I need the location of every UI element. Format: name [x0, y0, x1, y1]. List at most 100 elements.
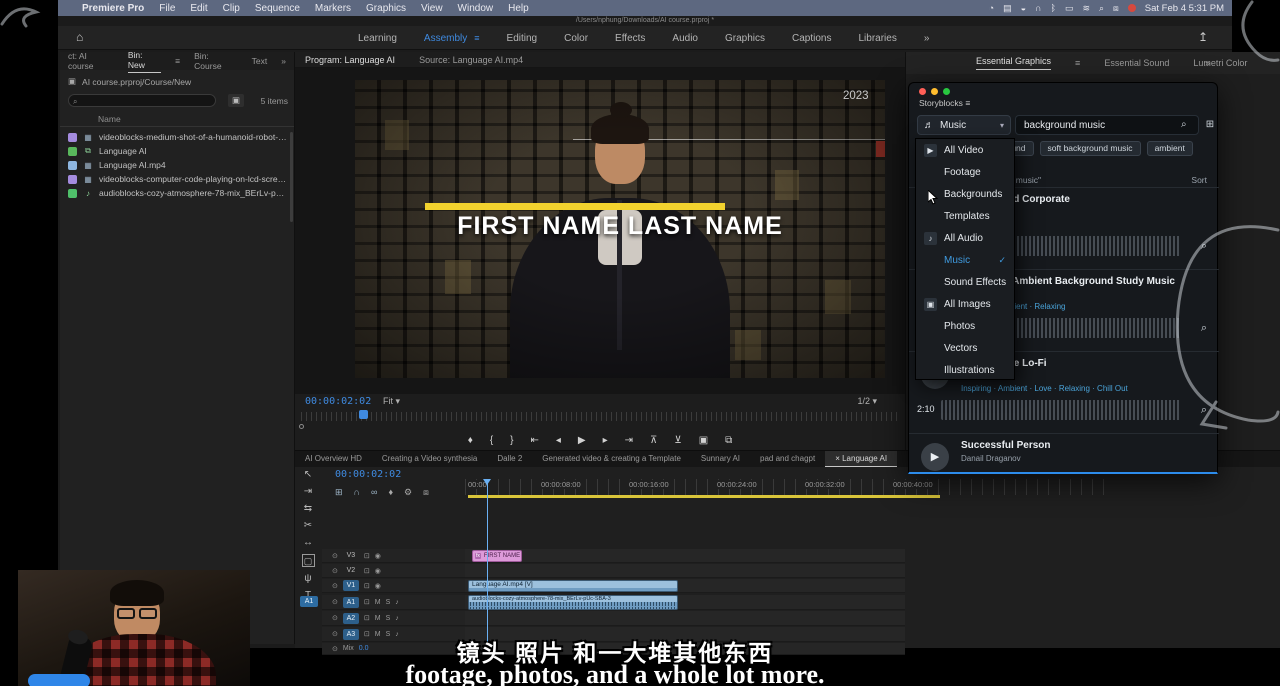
razor-tool-icon[interactable]: ✂ [304, 520, 312, 531]
video-clip[interactable]: Language AI.mp4 [V] [468, 580, 678, 592]
captions-icon[interactable]: ⧈ [423, 487, 429, 498]
scrollbar[interactable] [290, 132, 293, 222]
workspace-tab-captions[interactable]: Captions [792, 33, 831, 44]
resolution-dropdown[interactable]: 1/2 ▾ [857, 396, 877, 407]
track-target-v1[interactable]: V1 [343, 580, 359, 591]
play-icon[interactable]: ▶ [578, 435, 586, 446]
menu-file[interactable]: File [159, 3, 175, 14]
sync-lock-icon[interactable]: ⊡ [364, 582, 370, 590]
folder-icon[interactable]: ▣ [68, 76, 76, 87]
eye-icon[interactable]: ◉ [375, 552, 381, 560]
go-to-out-icon[interactable]: ⇥ [625, 435, 633, 446]
go-to-in-icon[interactable]: ⇤ [531, 435, 539, 446]
new-bin-icon[interactable]: ▣ [228, 94, 244, 107]
eye-icon[interactable]: ◉ [375, 567, 381, 575]
panel-menu-icon[interactable]: ≡ [175, 56, 180, 66]
menu-item-illustrations[interactable]: Illustrations [916, 359, 1014, 381]
label-swatch[interactable] [68, 175, 77, 184]
label-swatch[interactable] [68, 133, 77, 142]
music-result[interactable]: ▶ Successful Person Danail Draganov [909, 433, 1219, 473]
sequence-tab[interactable]: Generated video & creating a Template [532, 451, 691, 467]
lock-icon[interactable]: ⊙ [332, 567, 338, 575]
timeline-timecode[interactable]: 00:00:02:02 [335, 469, 401, 480]
workspace-overflow-icon[interactable]: » [924, 33, 930, 44]
menu-view[interactable]: View [421, 3, 443, 14]
sync-lock-icon[interactable]: ⊡ [364, 567, 370, 575]
program-playhead[interactable] [359, 410, 368, 419]
quick-export-icon[interactable]: ↥ [1198, 30, 1208, 44]
menu-edit[interactable]: Edit [190, 3, 207, 14]
layout-grid-icon[interactable]: ⊞ [1203, 115, 1217, 135]
track-tags[interactable]: Inspiring · Ambient · Love · Relaxing · … [961, 384, 1181, 393]
timeline-ruler[interactable]: 00:00 00:00:08:00 00:00:16:00 00:00:24:0… [465, 479, 1105, 495]
project-row[interactable]: ▦ videoblocks-computer-code-playing-on-l… [60, 172, 294, 186]
column-header-name[interactable]: Name [98, 114, 121, 124]
waveform[interactable] [941, 400, 1181, 420]
tab-project-ai-course[interactable]: ct: AI course [68, 51, 114, 71]
lock-icon[interactable]: ⊙ [332, 552, 338, 560]
menu-item-all-audio[interactable]: ♪All Audio [916, 227, 1014, 249]
menu-item-photos[interactable]: Photos [916, 315, 1014, 337]
suggestion-chip[interactable]: soft background music [1040, 141, 1141, 156]
menu-item-all-video[interactable]: ▶All Video [916, 139, 1014, 161]
sequence-tab[interactable]: pad and chagpt [750, 451, 825, 467]
selection-tool-icon[interactable]: ↖ [304, 469, 312, 480]
play-button[interactable]: ▶ [921, 443, 949, 471]
mic-icon[interactable]: ♪ [395, 599, 399, 606]
add-marker-icon[interactable]: ♦ [388, 487, 393, 498]
menu-window[interactable]: Window [458, 3, 494, 14]
sort-button[interactable]: Sort [1191, 175, 1207, 185]
control-center-icon[interactable]: ⧈ [1113, 3, 1119, 14]
label-swatch[interactable] [68, 161, 77, 170]
lock-icon[interactable]: ⊙ [332, 582, 338, 590]
lift-icon[interactable]: ⊼ [650, 435, 657, 446]
project-row[interactable]: ♪ audioblocks-cozy-atmosphere-78-mix_BEr… [60, 186, 294, 200]
panel-menu-icon[interactable]: ≡ [965, 98, 970, 108]
headphones-icon[interactable]: ∩ [1035, 3, 1041, 13]
find-similar-icon[interactable]: ⌕ [1201, 322, 1207, 335]
window-switcher-icon[interactable]: ◔ [989, 3, 994, 13]
menu-clip[interactable]: Clip [223, 3, 240, 14]
menu-item-all-images[interactable]: ▣All Images [916, 293, 1014, 315]
storyblocks-tab[interactable]: Storyblocks [919, 98, 963, 108]
menu-help[interactable]: Help [508, 3, 529, 14]
sequence-tab[interactable]: Dalle 2 [487, 451, 532, 467]
tab-program[interactable]: Program: Language AI [305, 55, 395, 65]
lock-icon[interactable]: ⊙ [332, 614, 338, 622]
label-swatch[interactable] [68, 189, 77, 198]
wifi-icon[interactable]: ≋ [1082, 3, 1090, 14]
program-scrubber[interactable] [301, 412, 899, 421]
tab-essential-sound[interactable]: Essential Sound [1104, 58, 1169, 68]
sequence-tab-active[interactable]: × Language AI [825, 451, 897, 467]
tab-lumetri-color[interactable]: Lumetri Color [1193, 58, 1247, 68]
suggestion-chip[interactable]: ambient [1147, 141, 1193, 156]
menu-item-music[interactable]: Music✓ [916, 249, 1014, 271]
linked-selection-icon[interactable]: ∞ [371, 487, 377, 498]
workspace-tab-editing[interactable]: Editing [507, 33, 538, 44]
ripple-edit-tool-icon[interactable]: ⇆ [304, 503, 312, 514]
solo-icon[interactable]: S [386, 599, 391, 606]
tab-bin-course[interactable]: Bin: Course [194, 51, 238, 71]
slip-tool-icon[interactable]: ↔ [303, 537, 313, 548]
pen-tool-icon[interactable]: ▢ [302, 554, 315, 567]
sequence-tab[interactable]: AI Overview HD [295, 451, 372, 467]
track-lane-a2[interactable] [465, 611, 905, 626]
category-dropdown[interactable]: ♬ Music ▾ [917, 115, 1011, 135]
source-patch-a1[interactable]: A1 [300, 596, 318, 607]
track-title[interactable]: Successful Person [961, 440, 1191, 451]
workspace-tab-audio[interactable]: Audio [672, 33, 698, 44]
comparison-view-icon[interactable]: ⧉ [725, 435, 732, 446]
export-frame-icon[interactable]: ▣ [699, 435, 708, 446]
program-timecode[interactable]: 00:00:02:02 [305, 396, 371, 407]
tab-essential-graphics[interactable]: Essential Graphics [976, 56, 1051, 70]
workspace-tab-learning[interactable]: Learning [358, 33, 397, 44]
project-row[interactable]: ⧉ Language AI [60, 144, 294, 158]
step-forward-icon[interactable]: ▸ [603, 435, 608, 446]
extract-icon[interactable]: ⊻ [674, 435, 681, 446]
solo-icon[interactable]: S [386, 615, 391, 622]
mute-icon[interactable]: M [375, 615, 381, 622]
find-similar-icon[interactable]: ⌕ [1201, 240, 1207, 253]
project-overflow-icon[interactable]: » [281, 56, 286, 66]
mark-in-icon[interactable]: { [490, 435, 493, 446]
workspace-menu-icon[interactable]: ≡ [474, 33, 479, 43]
